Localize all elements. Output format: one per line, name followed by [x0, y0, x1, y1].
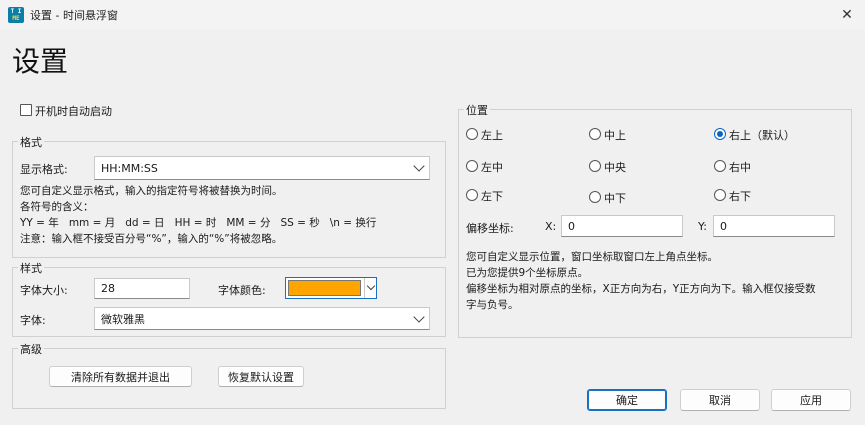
style-group-title: 样式	[18, 260, 44, 276]
display-format-label: 显示格式:	[20, 163, 68, 176]
position-desc-line: 字与负号。	[466, 299, 519, 311]
app-icon-text-top: T I	[10, 8, 22, 15]
font-size-input[interactable]: 28	[94, 278, 190, 299]
position-radio-middle-right[interactable]	[714, 160, 726, 172]
font-value: 微软雅黑	[101, 312, 145, 326]
advanced-group-title: 高级	[18, 341, 44, 357]
title-bar	[0, 0, 865, 30]
position-radio-bottom-left[interactable]	[466, 189, 478, 201]
format-desc-line: 各符号的含义：	[20, 201, 94, 213]
autostart-label[interactable]: 开机时自动启动	[35, 103, 112, 119]
position-label[interactable]: 左上	[481, 127, 503, 143]
offset-x-label: X:	[545, 220, 557, 233]
font-label: 字体:	[20, 314, 46, 327]
window-title: 设置 - 时间悬浮窗	[30, 9, 118, 22]
clear-data-exit-button[interactable]: 清除所有数据并退出	[49, 366, 192, 387]
offset-label: 偏移坐标:	[466, 222, 514, 235]
page-title: 设置	[12, 45, 69, 78]
apply-button[interactable]: 应用	[771, 389, 851, 411]
app-icon: T I ME	[8, 7, 24, 23]
format-desc-line: YY = 年 mm = 月 dd = 日 HH = 时 MM = 分 SS = …	[20, 217, 377, 229]
offset-y-input[interactable]: 0	[713, 215, 835, 237]
position-label[interactable]: 左中	[481, 159, 503, 175]
position-label[interactable]: 中下	[604, 190, 626, 206]
position-desc-line: 已为您提供9个坐标原点。	[466, 267, 589, 279]
format-group-title: 格式	[18, 134, 44, 150]
ok-button[interactable]: 确定	[587, 389, 667, 411]
position-radio-top-center[interactable]	[589, 128, 601, 140]
font-color-label: 字体颜色:	[218, 284, 266, 297]
position-radio-top-left[interactable]	[466, 128, 478, 140]
chevron-down-icon	[413, 160, 425, 172]
restore-defaults-button[interactable]: 恢复默认设置	[218, 366, 304, 387]
offset-x-input[interactable]: 0	[561, 215, 683, 237]
font-color-swatch	[288, 280, 361, 296]
color-dropdown-button[interactable]	[364, 278, 377, 298]
app-icon-text-bottom: ME	[12, 15, 20, 22]
format-description: 您可自定义显示格式，输入的指定符号将被替换为时间。 各符号的含义： YY = 年…	[20, 183, 376, 247]
position-radio-bottom-center[interactable]	[589, 191, 601, 203]
position-radio-middle-left[interactable]	[466, 160, 478, 172]
format-desc-line: 您可自定义显示格式，输入的指定符号将被替换为时间。	[20, 185, 283, 197]
position-radio-top-right[interactable]	[714, 128, 726, 140]
chevron-down-icon	[413, 310, 425, 323]
position-label[interactable]: 中上	[604, 127, 626, 143]
position-desc-line: 偏移坐标为相对原点的坐标，X正方向为右，Y正方向为下。输入框仅接受数	[466, 283, 816, 295]
font-color-picker[interactable]	[285, 277, 377, 299]
display-format-combobox[interactable]: HH:MM:SS	[94, 156, 430, 180]
close-icon[interactable]: ✕	[835, 4, 859, 26]
position-label[interactable]: 右上（默认）	[729, 127, 795, 143]
position-label[interactable]: 右下	[729, 188, 751, 204]
offset-y-label: Y:	[698, 220, 707, 233]
position-label[interactable]: 右中	[729, 159, 751, 175]
position-label[interactable]: 左下	[481, 188, 503, 204]
font-combobox[interactable]: 微软雅黑	[94, 307, 430, 330]
autostart-checkbox[interactable]	[20, 104, 32, 116]
position-description: 您可自定义显示位置，窗口坐标取窗口左上角点坐标。 已为您提供9个坐标原点。 偏移…	[466, 249, 816, 313]
position-label[interactable]: 中央	[604, 159, 626, 175]
display-format-value: HH:MM:SS	[101, 161, 158, 175]
cancel-button[interactable]: 取消	[680, 389, 760, 411]
chevron-down-icon	[366, 281, 376, 291]
position-desc-line: 您可自定义显示位置，窗口坐标取窗口左上角点坐标。	[466, 251, 718, 263]
position-radio-bottom-right[interactable]	[714, 189, 726, 201]
position-radio-center[interactable]	[589, 160, 601, 172]
position-group-title: 位置	[464, 102, 490, 118]
format-desc-line: 注意：输入框不接受百分号“%”，输入的“%”将被忽略。	[20, 233, 283, 245]
font-size-label: 字体大小:	[20, 284, 68, 297]
